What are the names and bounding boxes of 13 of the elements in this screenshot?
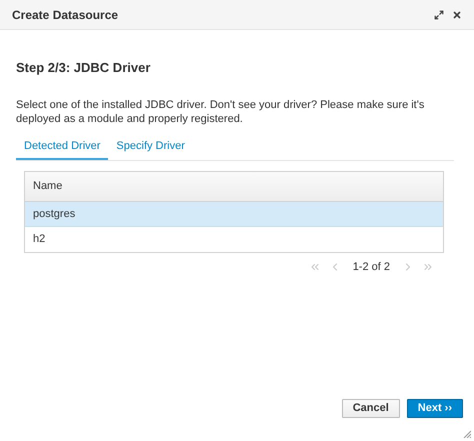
- close-icon[interactable]: [452, 10, 462, 20]
- next-button[interactable]: Next ››: [406, 399, 463, 418]
- table-row[interactable]: postgres: [25, 202, 443, 227]
- page-range: 1-2 of 2: [352, 260, 391, 275]
- tab[interactable]: Detected Driver: [16, 136, 108, 160]
- tab[interactable]: Specify Driver: [108, 136, 193, 160]
- step-title: Step 2/3: JDBC Driver: [16, 59, 152, 77]
- maximize-icon[interactable]: [434, 10, 444, 20]
- column-header: Name: [33, 179, 62, 194]
- cancel-button[interactable]: Cancel: [342, 399, 400, 418]
- description: Select one of the installed JDBC driver. Don't see your driver? Please make sure it's deployed as a module and properly registered.: [16, 98, 426, 126]
- resize-grip-icon[interactable]: [463, 430, 471, 438]
- dialog-title: Create Datasource: [12, 6, 120, 24]
